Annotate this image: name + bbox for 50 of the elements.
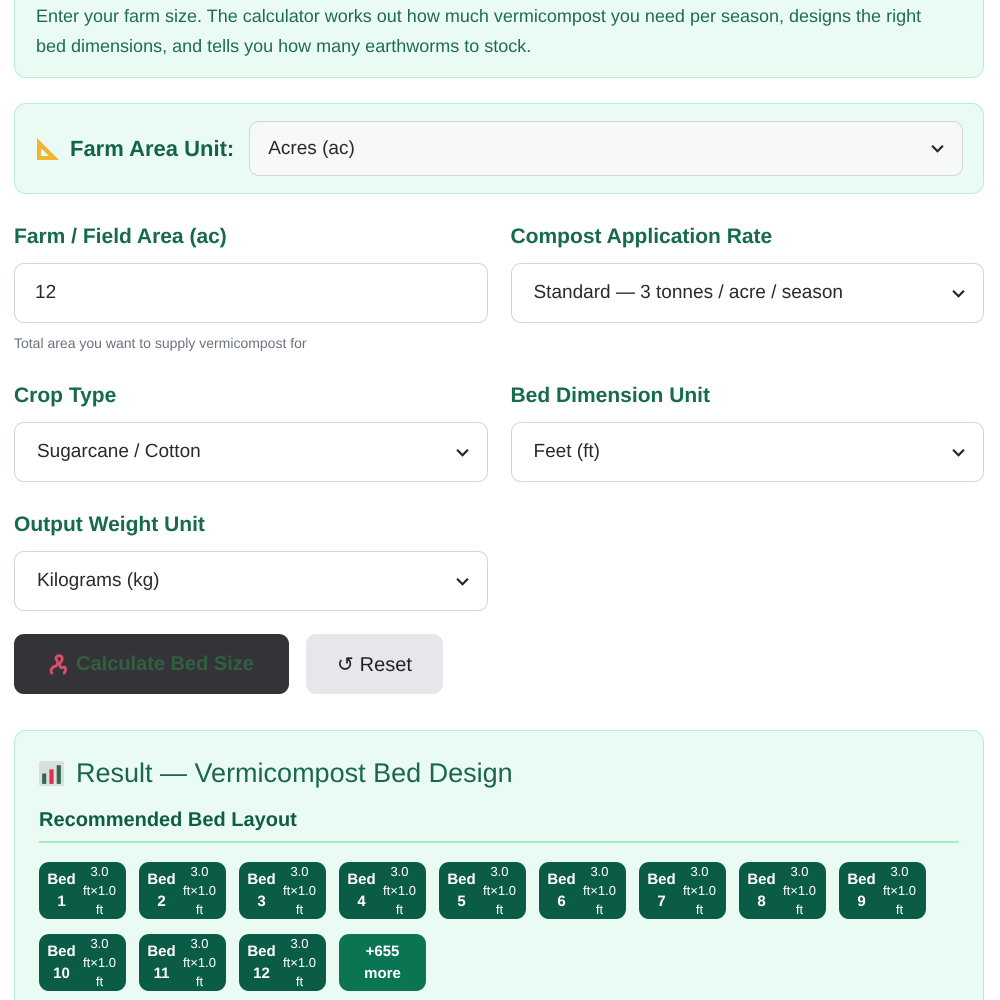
bed-size: 3.0 ft×1.0 ft xyxy=(582,863,617,919)
triangle-ruler-icon xyxy=(36,136,60,160)
field-label: Crop Type xyxy=(14,383,118,409)
unit-label: Farm Area Unit: xyxy=(70,136,234,162)
bed-size: 3.0 ft×1.0 ft xyxy=(882,863,917,919)
chevron-icon xyxy=(952,448,965,456)
bed-label: Bed 4 xyxy=(346,870,377,912)
layout-heading: Recommended Bed Layout xyxy=(39,807,959,843)
bed-label: Bed 8 xyxy=(746,870,777,912)
bed-label: Bed 1 xyxy=(46,870,77,912)
chevron-icon xyxy=(456,448,468,456)
chevron-icon xyxy=(931,144,944,153)
reset-button[interactable]: ↺ Reset xyxy=(306,634,443,694)
bed-size: 3.0 ft×1.0 ft xyxy=(182,935,217,991)
chevron-icon xyxy=(456,576,468,586)
area-input[interactable]: 12 xyxy=(14,263,488,323)
bed-label: Bed 6 xyxy=(546,870,577,912)
bed-label: Bed 9 xyxy=(846,870,877,912)
bed-size: 3.0 ft×1.0 ft xyxy=(82,935,117,991)
result-title: Result — Vermicompost Bed Design xyxy=(76,757,513,790)
bed-label: Bed 2 xyxy=(146,870,177,912)
field-hint: Total area you want to supply vermicompost for xyxy=(14,334,308,353)
bed-size: 3.0 ft×1.0 ft xyxy=(682,863,717,919)
unit-dropdown[interactable]: Acres (ac) xyxy=(249,121,963,176)
bed-size: 3.0 ft×1.0 ft xyxy=(482,863,517,919)
bed-label: Bed 12 xyxy=(246,942,277,984)
field-label: Farm / Field Area (ac) xyxy=(14,224,228,250)
bed-size: 3.0 ft×1.0 ft xyxy=(282,935,317,991)
dropdown-select[interactable]: Kilograms (kg) xyxy=(14,551,488,611)
dropdown-select[interactable]: Sugarcane / Cotton xyxy=(14,422,488,482)
bed-size: 3.0 ft×1.0 ft xyxy=(382,863,417,919)
bed-size: 3.0 ft×1.0 ft xyxy=(782,863,817,919)
bed-label: Bed 7 xyxy=(646,870,677,912)
bed-size: 3.0 ft×1.0 ft xyxy=(282,863,317,919)
bed-label: Bed 11 xyxy=(146,942,177,984)
field-label: Output Weight Unit xyxy=(14,512,206,538)
more-beds-tile: +655 more xyxy=(339,934,426,991)
chevron-icon xyxy=(952,288,965,298)
dropdown-select[interactable]: Feet (ft) xyxy=(510,422,984,482)
dropdown-select[interactable]: Standard — 3 tonnes / acre / season xyxy=(510,263,984,323)
field-label: Bed Dimension Unit xyxy=(510,383,712,409)
bed-size: 3.0 ft×1.0 ft xyxy=(182,863,217,919)
field-label: Compost Application Rate xyxy=(510,224,774,250)
bed-label: Bed 10 xyxy=(46,942,77,984)
bed-label: Bed 3 xyxy=(246,870,277,912)
bar-chart-icon xyxy=(39,760,64,786)
worm-icon xyxy=(49,654,68,674)
bed-size: 3.0 ft×1.0 ft xyxy=(82,863,117,919)
intro-text: Enter your farm size. The calculator works out how much vermicompost you need per season, designs the right bed dimensions, and tells you how many earthworms to stock. xyxy=(36,5,922,58)
bed-label: Bed 5 xyxy=(446,870,477,912)
